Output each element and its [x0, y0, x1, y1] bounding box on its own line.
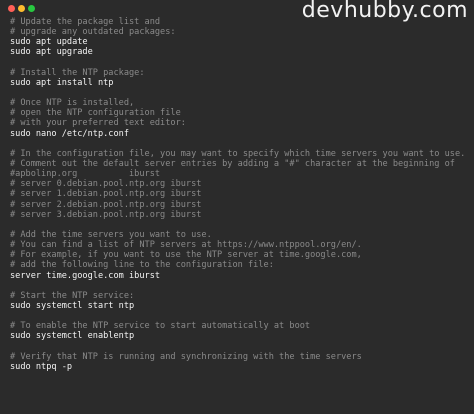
window-controls [8, 5, 35, 12]
maximize-button[interactable] [28, 5, 35, 12]
code-block[interactable]: # Update the package list and # upgrade a… [10, 17, 474, 372]
terminal-window: devhubby.com # Update the package list a… [0, 0, 474, 414]
comment-line: # In the configuration file, you may wan… [10, 148, 466, 159]
command-line: sudo systemctl start ntp [10, 300, 135, 311]
comment-line: # For example, if you want to use the NT… [10, 250, 362, 261]
comment-line: # Once NTP is installed, [10, 98, 135, 109]
comment-line: # Start the NTP service: [10, 290, 135, 301]
minimize-button[interactable] [18, 5, 25, 12]
comment-line: #apbolinp.org iburst [10, 169, 161, 180]
comment-line: # server 1.debian.pool.ntp.org iburst [10, 189, 202, 200]
comment-line: # with your preferred text editor: [10, 118, 186, 129]
comment-line: # upgrade any outdated packages: [10, 27, 176, 38]
comment-line: # open the NTP configuration file [10, 108, 181, 119]
comment-line: # server 0.debian.pool.ntp.org iburst [10, 179, 202, 190]
command-line: sudo apt update [10, 37, 88, 48]
comment-line: # server 2.debian.pool.ntp.org iburst [10, 199, 202, 210]
comment-line: # server 3.debian.pool.ntp.org iburst [10, 209, 202, 220]
command-line: sudo apt upgrade [10, 47, 93, 58]
comment-line: # Install the NTP package: [10, 67, 145, 78]
command-line: server time.google.com iburst [10, 270, 161, 281]
close-button[interactable] [8, 5, 15, 12]
command-line: sudo nano /etc/ntp.conf [10, 128, 129, 139]
command-line: sudo apt install ntp [10, 77, 114, 88]
comment-line: # Update the package list and [10, 17, 161, 27]
command-line: sudo systemctl enablentp [10, 331, 135, 342]
command-line: sudo ntpq -p [10, 361, 73, 372]
comment-line: # Verify that NTP is running and synchro… [10, 351, 362, 362]
comment-line: # add the following line to the configur… [10, 260, 274, 271]
comment-line: # Comment out the default server entries… [10, 158, 455, 169]
comment-line: # You can find a list of NTP servers at … [10, 240, 362, 251]
comment-line: # To enable the NTP service to start aut… [10, 321, 311, 332]
comment-line: # Add the time servers you want to use. [10, 229, 212, 240]
